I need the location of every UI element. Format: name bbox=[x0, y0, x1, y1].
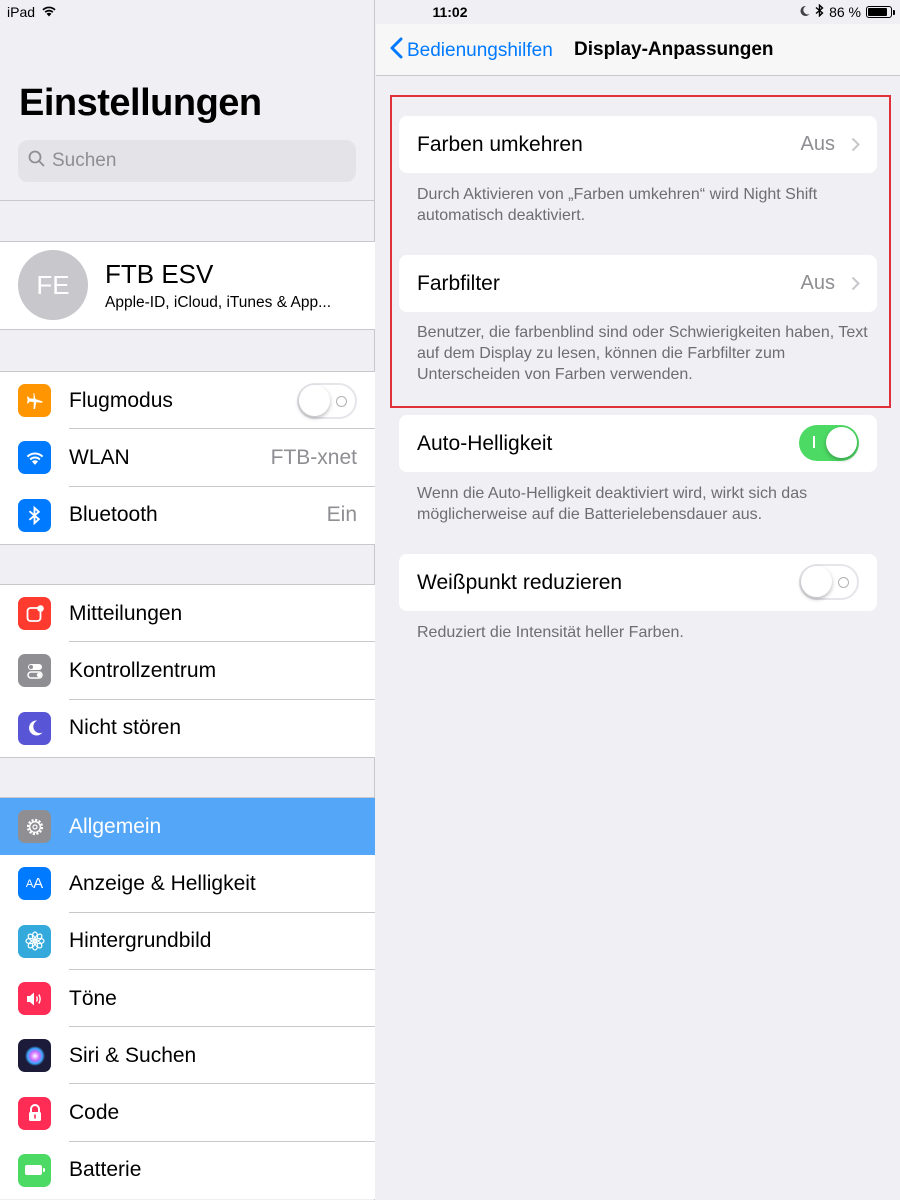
page-title: Display-Anpassungen bbox=[574, 39, 774, 60]
white-point-cell: Weißpunkt reduzieren bbox=[399, 554, 877, 611]
siri-icon bbox=[18, 1039, 51, 1073]
back-button[interactable]: Bedienungshilfen bbox=[390, 37, 553, 65]
sidebar-item-label: Siri & Suchen bbox=[69, 1043, 197, 1067]
apple-id-profile[interactable]: FE FTB ESV Apple-ID, iCloud, iTunes & Ap… bbox=[0, 241, 375, 330]
avatar: FE bbox=[18, 250, 88, 320]
auto-brightness-cell: Auto-Helligkeit bbox=[399, 415, 877, 472]
notifications-group: Mitteilungen Kontrollzentrum Nicht störe… bbox=[0, 584, 375, 758]
battery-percent: 86 % bbox=[829, 4, 861, 20]
white-point-toggle[interactable] bbox=[799, 564, 859, 600]
sidebar-item-label: Allgemein bbox=[69, 814, 162, 838]
sidebar-item-label: Nicht stören bbox=[69, 716, 182, 740]
battery-status-icon bbox=[866, 6, 895, 18]
sidebar-item-flugmodus[interactable]: Flugmodus bbox=[0, 372, 375, 430]
sidebar-title: Einstellungen bbox=[19, 82, 262, 124]
sidebar-item-allgemein[interactable]: Allgemein bbox=[0, 798, 375, 856]
battery-icon bbox=[18, 1153, 51, 1187]
detail-panel: Bedienungshilfen Display-Anpassungen Far… bbox=[376, 0, 900, 1200]
connectivity-group: Flugmodus WLAN FTB-xnet Bluetooth Ein bbox=[0, 371, 375, 545]
bluetooth-icon bbox=[18, 498, 51, 532]
general-group: Allgemein AA Anzeige & Helligkeit Hinter… bbox=[0, 797, 375, 1200]
clock: 11:02 bbox=[432, 4, 468, 20]
bluetooth-value: Ein bbox=[326, 503, 357, 527]
sidebar-item-label: Hintergrundbild bbox=[69, 929, 212, 953]
sidebar-item-label: Mitteilungen bbox=[69, 601, 183, 625]
white-point-footer: Reduziert die Intensität heller Farben. bbox=[417, 624, 684, 641]
search-input[interactable]: Suchen bbox=[18, 140, 356, 182]
wlan-value: FTB-xnet bbox=[270, 445, 357, 469]
flower-icon bbox=[18, 924, 51, 958]
sidebar-item-label: Code bbox=[69, 1101, 120, 1125]
auto-brightness-footer: Wenn die Auto-Helligkeit deaktiviert wir… bbox=[417, 485, 808, 523]
lock-icon bbox=[18, 1096, 51, 1130]
sidebar-item-label: Batterie bbox=[69, 1158, 142, 1182]
sidebar-item-label: WLAN bbox=[69, 445, 130, 469]
sidebar-item-nicht-stoeren[interactable]: Nicht stören bbox=[0, 700, 375, 757]
chevron-left-icon bbox=[390, 37, 407, 65]
sidebar-item-label: Flugmodus bbox=[69, 388, 173, 412]
sidebar-item-label: Kontrollzentrum bbox=[69, 658, 217, 682]
sidebar-item-hintergrundbild[interactable]: Hintergrundbild bbox=[0, 913, 375, 970]
sidebar-item-label: Anzeige & Helligkeit bbox=[69, 871, 256, 895]
sidebar-item-mitteilungen[interactable]: Mitteilungen bbox=[0, 585, 375, 643]
sidebar-item-siri[interactable]: Siri & Suchen bbox=[0, 1027, 375, 1085]
search-icon bbox=[28, 150, 52, 173]
white-point-label: Weißpunkt reduzieren bbox=[417, 570, 623, 594]
wifi-icon bbox=[18, 441, 51, 475]
moon-icon bbox=[18, 711, 51, 745]
settings-sidebar: Einstellungen Suchen FE FTB ESV Apple-ID… bbox=[0, 0, 375, 1200]
airplane-mode-toggle[interactable] bbox=[297, 382, 357, 419]
profile-name: FTB ESV bbox=[105, 259, 214, 289]
control-center-icon bbox=[18, 654, 51, 688]
sidebar-item-toene[interactable]: Töne bbox=[0, 970, 375, 1028]
search-placeholder: Suchen bbox=[52, 150, 117, 171]
sidebar-item-code[interactable]: Code bbox=[0, 1084, 375, 1142]
notifications-icon bbox=[18, 597, 51, 631]
moon-status-icon bbox=[799, 4, 810, 20]
bluetooth-status-icon bbox=[815, 3, 824, 20]
highlight-box bbox=[390, 95, 891, 408]
airplane-icon bbox=[18, 384, 51, 418]
navigation-bar: Bedienungshilfen Display-Anpassungen bbox=[376, 24, 900, 76]
sidebar-item-bluetooth[interactable]: Bluetooth Ein bbox=[0, 487, 375, 544]
back-label: Bedienungshilfen bbox=[407, 40, 553, 61]
sidebar-item-anzeige[interactable]: AA Anzeige & Helligkeit bbox=[0, 855, 375, 913]
text-size-icon: AA bbox=[18, 867, 51, 901]
sidebar-item-kontrollzentrum[interactable]: Kontrollzentrum bbox=[0, 642, 375, 700]
sidebar-item-label: Töne bbox=[69, 986, 117, 1010]
status-bar: iPad 11:02 86 % bbox=[0, 0, 900, 24]
speaker-icon bbox=[18, 982, 51, 1016]
sidebar-item-label: Bluetooth bbox=[69, 503, 158, 527]
sidebar-item-wlan[interactable]: WLAN FTB-xnet bbox=[0, 429, 375, 487]
auto-brightness-toggle[interactable] bbox=[799, 425, 859, 461]
gear-icon bbox=[18, 810, 51, 844]
auto-brightness-label: Auto-Helligkeit bbox=[417, 431, 553, 455]
profile-subtitle: Apple-ID, iCloud, iTunes & App... bbox=[105, 294, 332, 311]
sidebar-item-batterie[interactable]: Batterie bbox=[0, 1142, 375, 1199]
